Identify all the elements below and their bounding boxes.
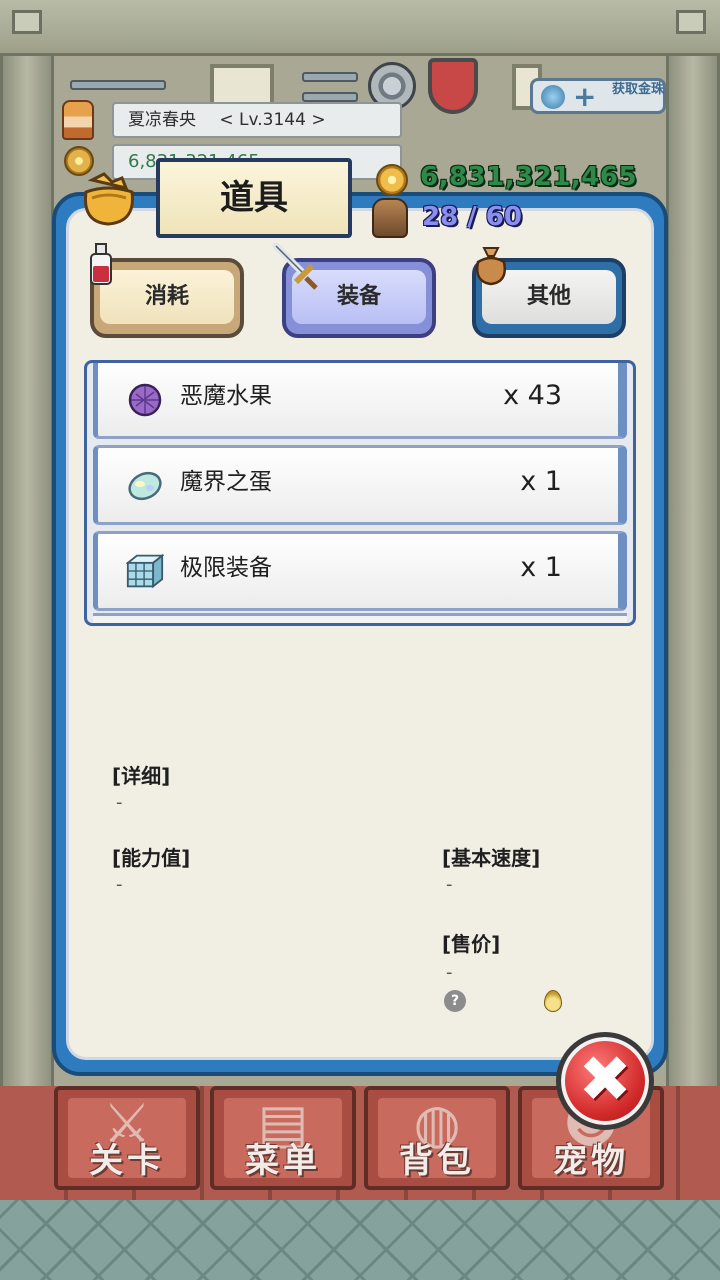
detail-label: [详细] — [112, 764, 171, 788]
rail-block — [12, 10, 42, 34]
get-gold-button[interactable]: + 获取金珠 — [530, 78, 666, 114]
item-list[interactable]: 恶魔水果 x 43 魔界之蛋 x 1 极限装备 x 1 — [84, 360, 636, 626]
wall-sword-icon — [70, 80, 166, 90]
list-item[interactable]: 极限装备 x 1 — [93, 531, 627, 611]
close-icon: ✖ — [578, 1043, 632, 1117]
sell-price-label: [售价] — [442, 932, 501, 956]
top-rail — [0, 0, 720, 56]
ability-label: [能力值] — [112, 846, 191, 870]
player-level: < Lv.3144 > — [219, 110, 326, 130]
player-avatar[interactable] — [62, 100, 94, 140]
item-name: 极限装备 — [180, 555, 272, 581]
list-item-partial — [93, 613, 627, 623]
gold-drop-icon — [544, 990, 562, 1012]
player-name-bar: 夏凉春央 < Lv.3144 > — [112, 102, 402, 138]
dialog-title: 道具 — [156, 158, 352, 238]
ability-value: - — [116, 874, 123, 895]
right-pillar — [666, 56, 720, 1086]
nav-bag-label: 背包 — [399, 1141, 475, 1181]
limit-equip-icon — [126, 553, 164, 589]
gold-coin-icon — [376, 164, 408, 196]
capacity-value: 28 / 60 — [422, 202, 522, 232]
potion-icon — [90, 243, 112, 285]
demon-egg-icon — [128, 471, 162, 501]
detail-value: - — [116, 792, 123, 813]
list-item[interactable]: 恶魔水果 x 43 — [93, 363, 627, 439]
left-pillar — [0, 56, 54, 1086]
item-name: 恶魔水果 — [180, 383, 272, 409]
item-quantity: x 1 — [520, 552, 562, 583]
list-item[interactable]: 魔界之蛋 x 1 — [93, 445, 627, 525]
nav-menu-button[interactable]: ▤ 菜单 — [210, 1086, 356, 1190]
floor-tiles — [0, 1200, 720, 1280]
sword-icon — [272, 242, 318, 290]
nav-stage-button[interactable]: ⚔ 关卡 — [54, 1086, 200, 1190]
question-icon[interactable]: ? — [444, 990, 466, 1012]
tab-consume-label: 消耗 — [100, 270, 234, 324]
demon-fruit-icon — [128, 383, 162, 417]
base-speed-label: [基本速度] — [442, 846, 541, 870]
globe-icon — [541, 85, 565, 109]
plus-icon: + — [573, 80, 597, 113]
nav-bag-button[interactable]: ◍ 背包 — [364, 1086, 510, 1190]
wall-sword-icon — [302, 92, 358, 102]
nav-menu-label: 菜单 — [245, 1141, 321, 1181]
sell-price-value: - — [446, 962, 453, 983]
pouch-icon — [476, 247, 506, 286]
item-quantity: x 43 — [503, 380, 562, 411]
rail-block — [676, 10, 706, 34]
gold-value: 6,831,321,465 — [420, 162, 638, 192]
item-name: 魔界之蛋 — [180, 469, 272, 495]
nav-pet-label: 宠物 — [553, 1141, 629, 1181]
item-bag-icon — [83, 172, 134, 226]
wall-sword-icon — [302, 72, 358, 82]
base-speed-value: - — [446, 874, 453, 895]
player-name: 夏凉春央 — [128, 110, 196, 130]
item-quantity: x 1 — [520, 466, 562, 497]
close-button[interactable]: ✖ — [556, 1032, 654, 1130]
red-shield-icon — [428, 58, 478, 114]
get-gold-label: 获取金珠 — [611, 82, 664, 97]
nav-stage-label: 关卡 — [89, 1141, 165, 1181]
backpack-icon — [372, 198, 408, 238]
